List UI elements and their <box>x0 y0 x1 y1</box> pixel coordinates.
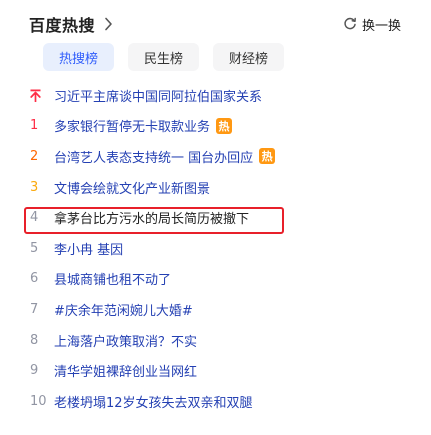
tab-label: 热搜榜 <box>59 51 99 67</box>
chevron-right-icon[interactable] <box>101 17 115 31</box>
item-rank: 3 <box>30 179 39 195</box>
item-rank: 2 <box>30 148 39 164</box>
tab-label: 民生榜 <box>144 51 184 67</box>
item-rank: 6 <box>30 271 39 287</box>
list-item[interactable]: 8 上海落户政策取消？不实 <box>0 325 431 356</box>
item-rank: 5 <box>30 240 39 256</box>
item-title[interactable]: 县城商铺也租不动了 <box>54 269 171 288</box>
item-title[interactable]: 上海落户政策取消？不实 <box>54 331 197 350</box>
list-item[interactable]: 6 县城商铺也租不动了 <box>0 264 431 295</box>
item-rank: 10 <box>30 393 47 409</box>
hot-badge: 热 <box>259 148 276 165</box>
hot-search-list: 习近平主席谈中国同阿拉伯国家关系 1 多家银行暂停无卡取款业务 热 2 台湾艺人… <box>0 80 431 417</box>
list-item[interactable]: 1 多家银行暂停无卡取款业务 热 <box>0 111 431 142</box>
list-item[interactable]: 习近平主席谈中国同阿拉伯国家关系 <box>0 80 431 111</box>
list-item[interactable]: 10 老楼坍塌12岁女孩失去双亲和双腿 <box>0 386 431 417</box>
item-title[interactable]: 习近平主席谈中国同阿拉伯国家关系 <box>54 86 262 105</box>
item-title[interactable]: 老楼坍塌12岁女孩失去双亲和双腿 <box>54 392 253 411</box>
item-title[interactable]: 台湾艺人表态支持统一 国台办回应 <box>54 147 253 166</box>
panel-title[interactable]: 百度热搜 <box>29 12 95 36</box>
item-title[interactable]: 清华学姐裸辞创业当网红 <box>54 361 197 380</box>
item-title[interactable]: 李小冉 基因 <box>54 239 123 258</box>
tab-finance[interactable]: 财经榜 <box>213 43 285 71</box>
item-rank: 7 <box>30 301 39 317</box>
tab-hot-search[interactable]: 热搜榜 <box>43 43 115 71</box>
item-rank: 4 <box>30 210 39 226</box>
panel-header: 百度热搜 换一换 <box>29 10 401 38</box>
item-title[interactable]: 文博会绘就文化产业新图景 <box>54 178 210 197</box>
hot-search-panel: 百度热搜 换一换 热搜榜 民生榜 财经榜 习近平主席谈中国同阿拉伯国家关系 1 … <box>0 0 431 435</box>
list-item[interactable]: 2 台湾艺人表态支持统一 国台办回应 热 <box>0 141 431 172</box>
list-item[interactable]: 5 李小冉 基因 <box>0 233 431 264</box>
list-item[interactable]: 9 清华学姐裸辞创业当网红 <box>0 355 431 386</box>
refresh-icon <box>343 17 357 31</box>
list-item[interactable]: 4 拿茅台比方污水的局长简历被撤下 <box>0 202 431 233</box>
list-item[interactable]: 7 #庆余年范闲婉儿大婚# <box>0 294 431 325</box>
tab-livelihood[interactable]: 民生榜 <box>128 43 200 71</box>
item-rank: 8 <box>30 332 39 348</box>
item-title[interactable]: #庆余年范闲婉儿大婚# <box>54 300 193 319</box>
tab-label: 财经榜 <box>229 51 269 67</box>
hot-badge: 热 <box>216 117 233 134</box>
item-rank: 1 <box>30 118 39 134</box>
item-rank: 9 <box>30 363 39 379</box>
refresh-label: 换一换 <box>361 18 401 34</box>
board-tabs: 热搜榜 民生榜 财经榜 <box>43 43 298 71</box>
item-title[interactable]: 拿茅台比方污水的局长简历被撤下 <box>54 208 249 227</box>
item-title[interactable]: 多家银行暂停无卡取款业务 <box>54 116 210 135</box>
list-item[interactable]: 3 文博会绘就文化产业新图景 <box>0 172 431 203</box>
pin-top-icon <box>30 89 54 102</box>
refresh-button[interactable]: 换一换 <box>343 15 401 34</box>
